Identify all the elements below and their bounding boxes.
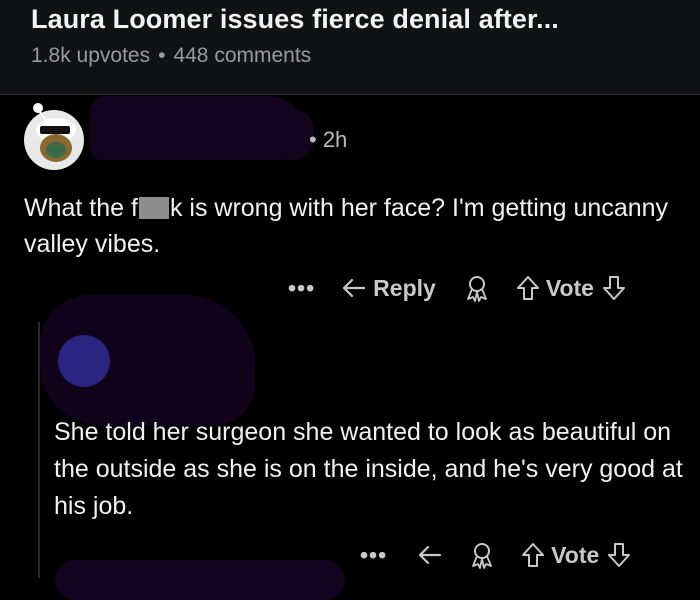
reply-arrow-icon — [343, 278, 366, 298]
more-dots-icon[interactable]: ••• — [288, 275, 315, 302]
downvote-arrow-icon — [608, 543, 631, 567]
downvote-button[interactable] — [607, 542, 631, 568]
censor-block — [138, 197, 169, 219]
comment-actions: ••• Reply Vote — [288, 273, 626, 303]
upvote-count: 1.8k upvotes — [31, 44, 151, 67]
more-dots-icon[interactable]: ••• — [360, 542, 387, 569]
reply-button[interactable] — [417, 544, 443, 566]
meta-separator: • — [158, 44, 166, 67]
nested-comment-actions: ••• Vote — [360, 540, 631, 570]
vote-label: Vote — [545, 274, 594, 301]
nested-comment-text: She told her surgeon she wanted to look … — [54, 418, 683, 520]
award-icon — [472, 543, 493, 569]
comment-timestamp: • 2h — [309, 127, 348, 152]
post-header[interactable]: Laura Loomer issues fierce denial after.… — [0, 0, 700, 95]
award-button[interactable] — [469, 541, 495, 569]
reply-arrow-icon — [419, 545, 442, 565]
nested-avatar-icon[interactable] — [58, 335, 110, 387]
upvote-button[interactable]: Vote — [521, 542, 599, 569]
comment-text-part1: What the f — [24, 194, 138, 222]
downvote-arrow-icon — [602, 276, 625, 300]
redaction-username-2 — [270, 110, 314, 160]
comment-count: 448 comments — [173, 44, 312, 67]
upvote-button[interactable]: Vote — [516, 275, 594, 302]
thread-line[interactable] — [38, 322, 40, 578]
downvote-button[interactable] — [602, 275, 626, 301]
award-icon — [466, 276, 487, 302]
comment-text: What the fk is wrong with her face? I'm … — [24, 190, 684, 262]
post-title[interactable]: Laura Loomer issues fierce denial after.… — [31, 4, 559, 35]
vote-label: Vote — [551, 541, 600, 568]
upvote-arrow-icon — [522, 543, 545, 567]
award-button[interactable] — [464, 274, 490, 302]
reply-label: Reply — [373, 274, 436, 301]
reply-button[interactable]: Reply — [341, 275, 436, 302]
snoo-avatar-icon[interactable] — [18, 100, 90, 172]
redaction-bottom — [55, 560, 345, 600]
upvote-arrow-icon — [516, 276, 539, 300]
post-meta: 1.8k upvotes • 448 comments — [31, 44, 311, 68]
